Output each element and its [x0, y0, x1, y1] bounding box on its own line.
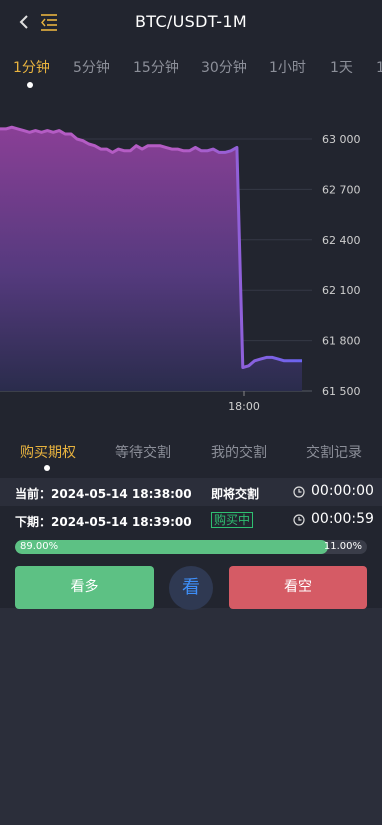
x-tick-label: 18:00 [228, 400, 260, 413]
bullish-button[interactable]: 看多 [15, 566, 154, 609]
header: BTC/USDT-1M [0, 0, 382, 44]
clock-icon [293, 514, 305, 526]
page-title: BTC/USDT-1M [135, 12, 247, 31]
bearish-button[interactable]: 看空 [229, 566, 367, 609]
ratio-progress-bar: 89.00% 11.00% [15, 540, 367, 554]
tab-1min[interactable]: 1分钟 [13, 57, 50, 77]
y-tick-label: 61 500 [322, 385, 361, 398]
up-ratio-label: 89.00% [20, 541, 59, 552]
current-status: 即将交割 [211, 487, 260, 501]
tab-buy-option[interactable]: 购买期权 [20, 442, 76, 462]
active-section-indicator [44, 465, 50, 471]
next-period-row: 下期：2024-05-14 18:39:00 购买中 00:00:59 [0, 506, 382, 534]
current-period-row: 当前：2024-05-14 18:38:00 即将交割 00:00:00 [0, 478, 382, 506]
tab-30min[interactable]: 30分钟 [201, 57, 247, 77]
down-ratio-label: 11.00% [323, 541, 362, 552]
active-tab-indicator [27, 82, 33, 88]
y-tick-label: 62 100 [322, 284, 361, 297]
section-tabs: 购买期权 等待交割 我的交割 交割记录 [0, 438, 382, 478]
next-countdown: 00:00:59 [311, 511, 374, 527]
tab-pending-delivery[interactable]: 等待交割 [115, 442, 171, 462]
tab-15min[interactable]: 15分钟 [133, 57, 179, 77]
y-tick-label: 61 800 [322, 335, 361, 348]
tab-1hour[interactable]: 1小时 [269, 57, 306, 77]
tab-5min[interactable]: 5分钟 [73, 57, 110, 77]
y-tick-label: 62 400 [322, 234, 361, 247]
y-tick-label: 62 700 [322, 183, 361, 196]
price-chart: 63 000 62 700 62 400 62 100 61 800 61 500 18:… [0, 125, 361, 413]
current-period-label: 当前：2024-05-14 18:38:00 [15, 487, 192, 501]
tab-my-delivery[interactable]: 我的交割 [211, 442, 267, 462]
watch-button[interactable]: 看 [169, 566, 213, 610]
clock-icon [293, 486, 305, 498]
tab-delivery-records[interactable]: 交割记录 [306, 442, 362, 462]
interval-tabs: 1分钟 5分钟 15分钟 30分钟 1小时 1天 1周 [0, 52, 382, 92]
current-countdown: 00:00:00 [311, 483, 374, 499]
next-period-label: 下期：2024-05-14 18:39:00 [15, 515, 192, 529]
y-tick-label: 63 000 [322, 133, 361, 146]
buying-status-badge: 购买中 [211, 512, 254, 528]
tab-1week[interactable]: 1周 [376, 57, 382, 77]
up-ratio-fill [15, 540, 329, 554]
price-area [0, 127, 302, 391]
tab-1day[interactable]: 1天 [330, 57, 353, 77]
